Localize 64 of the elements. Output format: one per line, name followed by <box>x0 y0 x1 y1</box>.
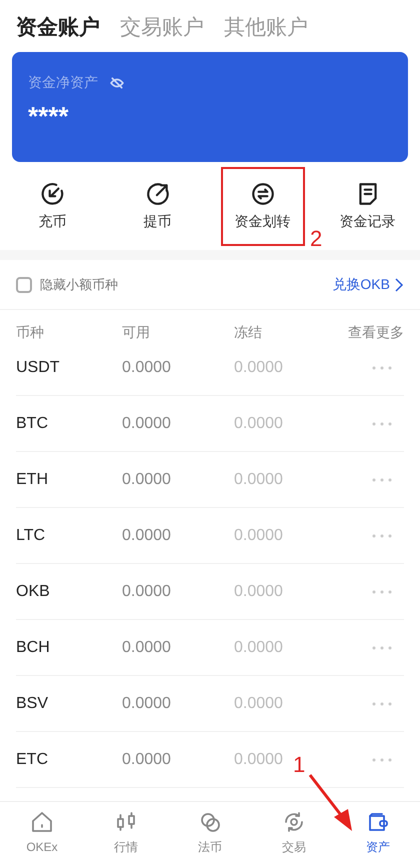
available-amount: 0.0000 <box>122 582 172 602</box>
action-button[interactable]: 充币 <box>24 166 80 246</box>
action-button[interactable]: 提币 <box>130 166 186 246</box>
more-icon[interactable] <box>372 534 392 538</box>
coin-name: ETH <box>16 470 49 490</box>
circle-arrow-out-icon <box>144 180 170 206</box>
available-amount: 0.0000 <box>122 526 172 546</box>
available-amount: 0.0000 <box>122 694 172 714</box>
cycle-icon <box>282 810 306 834</box>
coin-name: BTC <box>16 414 49 434</box>
eye-off-icon[interactable] <box>110 76 124 90</box>
balance-label: 资金净资产 <box>28 73 98 92</box>
column-header: 查看更多 <box>348 323 404 342</box>
more-icon[interactable] <box>372 422 392 426</box>
account-tab[interactable]: 其他账户 <box>224 12 308 44</box>
available-amount: 0.0000 <box>122 358 172 378</box>
coin-name: BSV <box>16 694 50 714</box>
account-tab[interactable]: 资金账户 <box>16 12 100 44</box>
coin-name: USDT <box>16 358 61 378</box>
available-amount: 0.0000 <box>122 750 172 770</box>
nav-tab[interactable]: 资产 <box>336 802 420 863</box>
annotation-number: 2 <box>310 225 322 253</box>
frozen-amount: 0.0000 <box>234 750 283 770</box>
action-button[interactable]: 资金划转 <box>220 166 304 246</box>
frozen-amount: 0.0000 <box>234 358 283 378</box>
column-header: 币种 <box>16 323 45 342</box>
more-icon[interactable] <box>372 590 392 594</box>
coin-name: ETC <box>16 750 49 770</box>
balance-value: **** <box>28 100 70 133</box>
more-icon[interactable] <box>372 758 392 762</box>
frozen-amount: 0.0000 <box>234 582 283 602</box>
hide-small-label: 隐藏小额币种 <box>40 276 118 294</box>
more-icon[interactable] <box>372 478 392 482</box>
available-amount: 0.0000 <box>122 414 172 434</box>
frozen-amount: 0.0000 <box>234 526 283 546</box>
transfer-icon <box>250 180 276 206</box>
nav-tab[interactable]: 行情 <box>84 802 168 863</box>
more-icon[interactable] <box>372 646 392 650</box>
available-amount: 0.0000 <box>122 470 172 490</box>
home-icon <box>30 810 54 834</box>
frozen-amount: 0.0000 <box>234 638 283 658</box>
account-tab[interactable]: 交易账户 <box>120 12 204 44</box>
more-icon[interactable] <box>372 366 392 370</box>
annotation-arrow <box>308 773 354 833</box>
column-header: 可用 <box>122 323 151 342</box>
nav-tab[interactable]: OKEx <box>0 802 84 863</box>
annotation-number: 1 <box>293 751 306 779</box>
nav-tab[interactable]: 法币 <box>168 802 252 863</box>
candlestick-icon <box>114 810 138 834</box>
more-icon[interactable] <box>372 702 392 706</box>
coin-name: OKB <box>16 582 51 602</box>
column-header: 冻结 <box>234 323 263 342</box>
convert-link[interactable]: 兑换OKB <box>332 274 404 295</box>
circle-arrow-in-icon <box>40 180 66 206</box>
action-button[interactable]: 资金记录 <box>326 166 410 246</box>
chevron-right-icon <box>394 278 404 292</box>
available-amount: 0.0000 <box>122 638 172 658</box>
frozen-amount: 0.0000 <box>234 470 283 490</box>
checkbox[interactable] <box>16 276 32 292</box>
coin-name: BCH <box>16 638 51 658</box>
nav-tab[interactable]: 交易 <box>252 802 336 863</box>
coin-name: LTC <box>16 526 46 546</box>
frozen-amount: 0.0000 <box>234 694 283 714</box>
frozen-amount: 0.0000 <box>234 414 283 434</box>
